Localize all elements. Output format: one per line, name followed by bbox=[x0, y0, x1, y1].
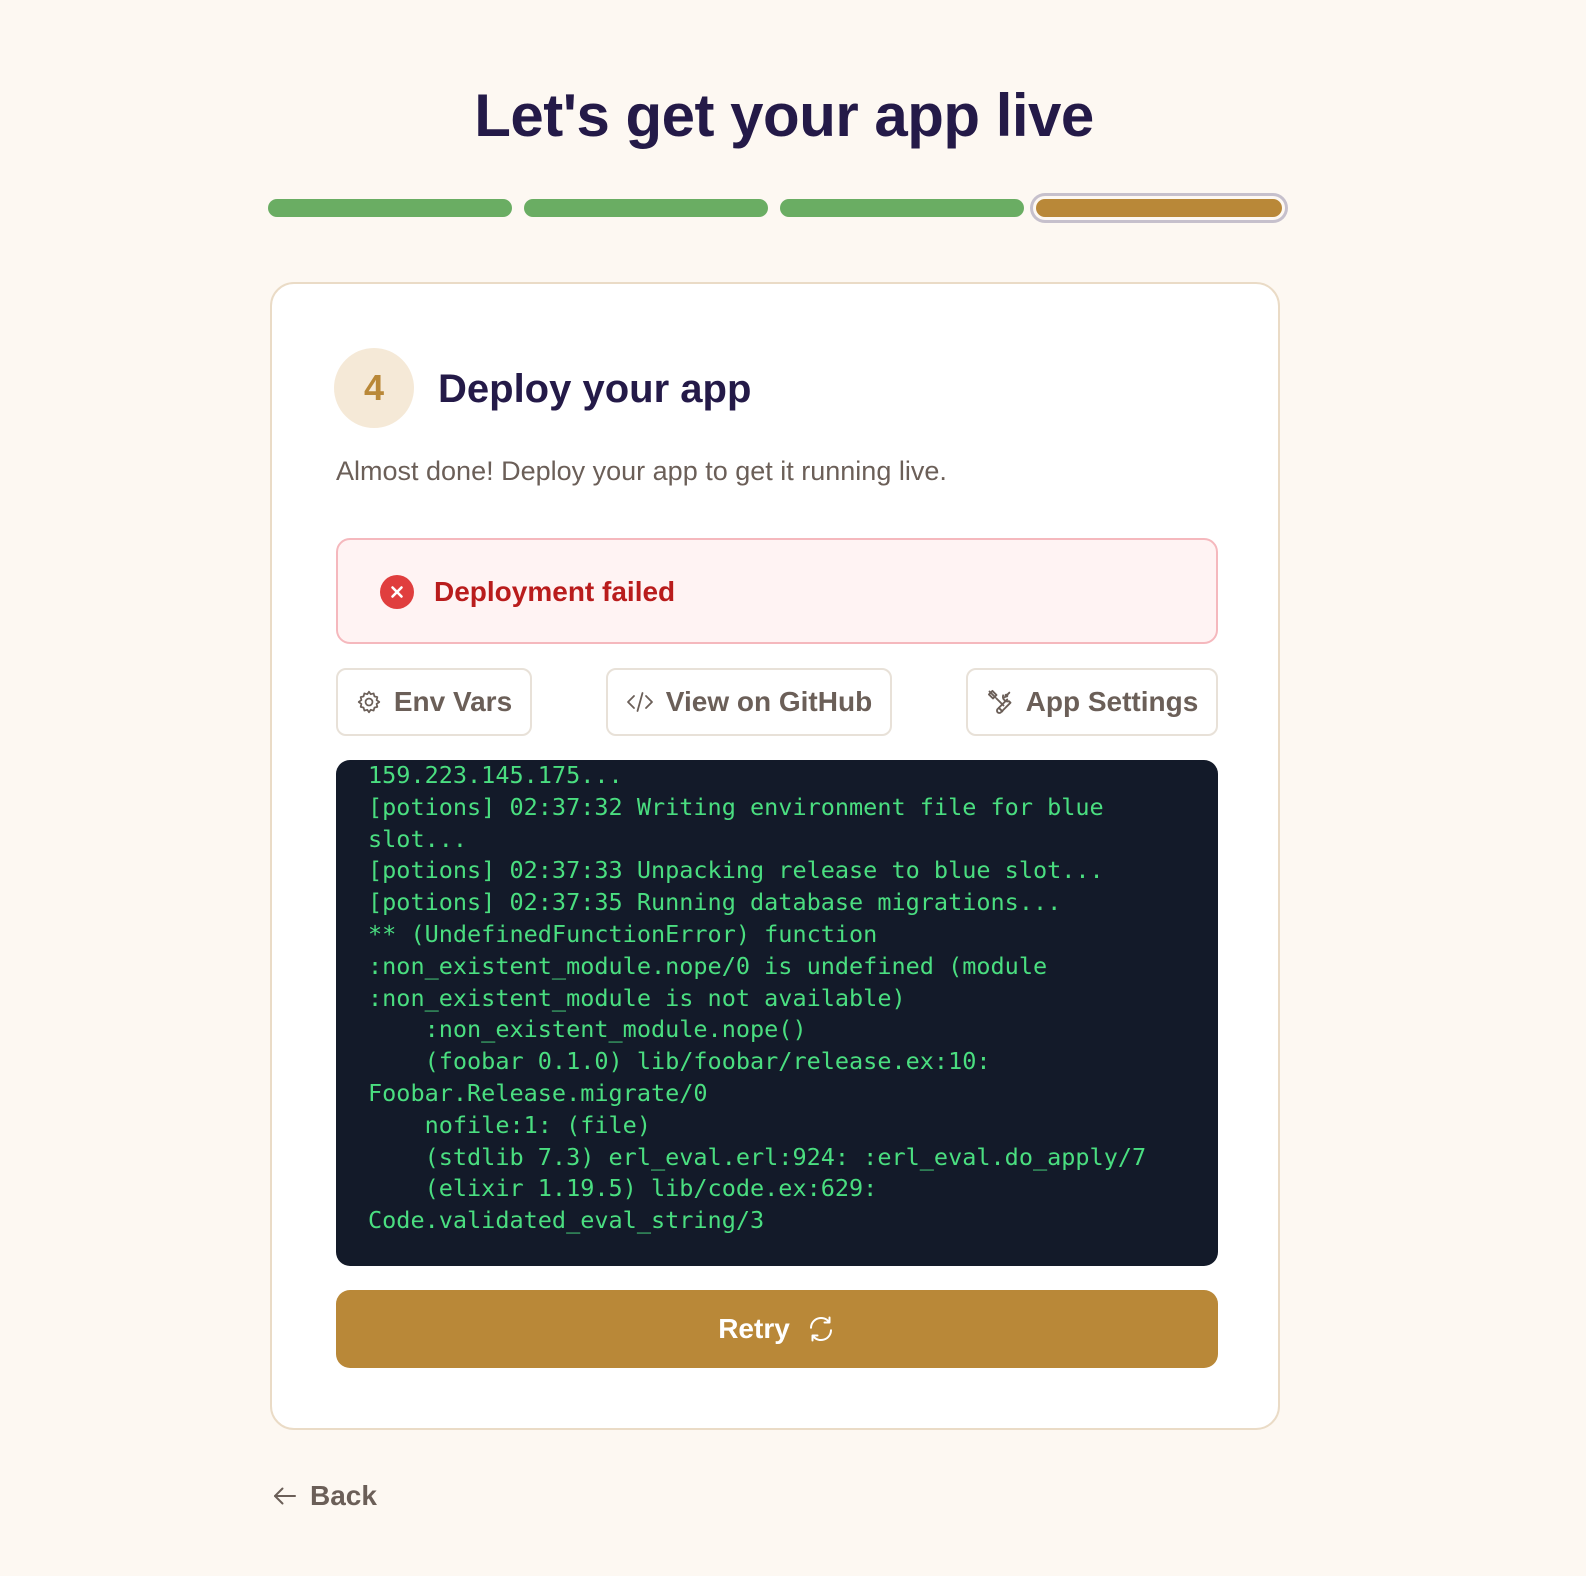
page-title: Let's get your app live bbox=[474, 82, 1094, 149]
back-label: Back bbox=[310, 1480, 377, 1511]
log-line: ** (UndefinedFunctionError) function bbox=[368, 919, 878, 948]
deployment-error-alert: Deployment failed bbox=[336, 538, 1218, 644]
app-settings-label: App Settings bbox=[1025, 686, 1199, 717]
log-line: nofile:1: (file) bbox=[368, 1110, 651, 1139]
code-icon bbox=[626, 692, 653, 712]
app-settings-button[interactable]: App Settings bbox=[966, 668, 1218, 736]
tools-icon bbox=[987, 689, 1012, 714]
log-line: [potions] 02:37:32 Writing environment f… bbox=[368, 792, 1104, 821]
log-line: :non_existent_module is not available) bbox=[368, 983, 906, 1012]
log-line: slot... bbox=[368, 824, 468, 853]
log-line: :non_existent_module.nope() bbox=[368, 1015, 807, 1044]
log-line: (stdlib 7.3) erl_eval.erl:924: :erl_eval… bbox=[368, 1142, 1147, 1171]
deploy-card: 4 Deploy your app Almost done! Deploy yo… bbox=[270, 282, 1280, 1430]
refresh-icon bbox=[809, 1316, 832, 1342]
log-line: 159.223.145.175... bbox=[368, 761, 623, 789]
log-output: 159.223.145.175... [potions] 02:37:32 Wri… bbox=[368, 760, 1198, 1237]
step-title: Deploy your app bbox=[438, 367, 752, 411]
log-line: [potions] 02:37:33 Unpacking release to … bbox=[368, 856, 1104, 885]
gear-icon bbox=[357, 690, 381, 714]
progress-step-1 bbox=[268, 199, 512, 217]
page: Let's get your app live 4 Deploy your ap… bbox=[0, 0, 1586, 1576]
deployment-log[interactable]: 159.223.145.175... [potions] 02:37:32 Wri… bbox=[336, 760, 1218, 1266]
arrow-left-icon bbox=[274, 1487, 296, 1505]
step-number-badge: 4 bbox=[334, 348, 414, 428]
progress-step-4 bbox=[1036, 199, 1282, 217]
log-line: :non_existent_module.nope/0 is undefined… bbox=[368, 951, 1048, 980]
error-x-icon bbox=[380, 575, 414, 609]
step-description: Almost done! Deploy your app to get it r… bbox=[336, 456, 947, 486]
back-link[interactable]: Back bbox=[270, 1480, 377, 1512]
log-line: (foobar 0.1.0) lib/foobar/release.ex:10: bbox=[368, 1047, 991, 1076]
log-line: (elixir 1.19.5) lib/code.ex:629: bbox=[368, 1174, 878, 1203]
progress-bar bbox=[268, 198, 1288, 220]
log-line: Foobar.Release.migrate/0 bbox=[368, 1078, 708, 1107]
alert-message: Deployment failed bbox=[434, 576, 676, 607]
view-on-github-button[interactable]: View on GitHub bbox=[606, 668, 892, 736]
retry-label: Retry bbox=[718, 1313, 790, 1344]
env-vars-button[interactable]: Env Vars bbox=[336, 668, 532, 736]
log-line: Code.validated_eval_string/3 bbox=[368, 1206, 765, 1235]
env-vars-label: Env Vars bbox=[393, 686, 513, 717]
view-on-github-label: View on GitHub bbox=[665, 686, 873, 717]
log-line: [potions] 02:37:35 Running database migr… bbox=[368, 888, 1062, 917]
retry-button[interactable]: Retry bbox=[336, 1290, 1218, 1368]
progress-step-2 bbox=[524, 199, 768, 217]
progress-step-3 bbox=[780, 199, 1024, 217]
